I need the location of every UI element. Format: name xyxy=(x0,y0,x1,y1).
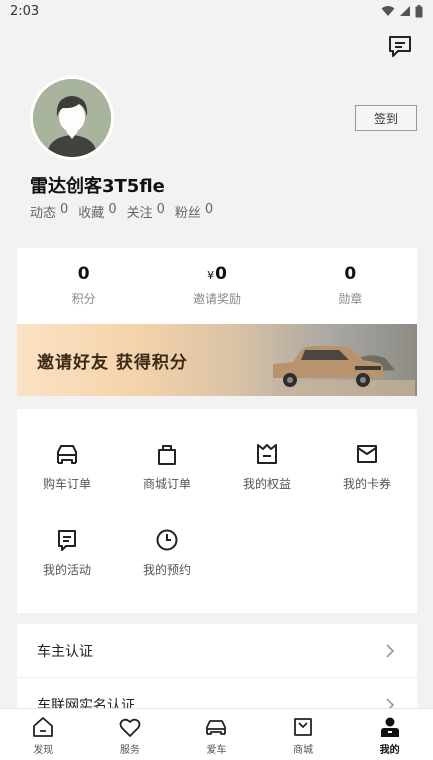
points-card: 0 积分 ¥0 邀请奖励 0 勋章 邀请好友 获得积分 xyxy=(17,248,417,396)
my-activities-button[interactable]: 我的活动 xyxy=(17,527,117,597)
medals-value: 0 xyxy=(344,264,357,284)
chevron-right-icon xyxy=(386,643,395,658)
status-icons xyxy=(381,4,423,18)
nav-discover[interactable]: 发现 xyxy=(0,709,87,760)
my-reservations-button[interactable]: 我的预约 xyxy=(117,527,217,597)
nav-service[interactable]: 服务 xyxy=(87,709,174,760)
invite-reward-value: 0 xyxy=(215,264,227,284)
orders-card: 购车订单 商城订单 我的权益 我的卡券 我的活动 我的预约 xyxy=(17,409,417,613)
profile-icon xyxy=(380,717,399,737)
stat-following[interactable]: 关注 0 xyxy=(127,202,165,221)
status-time: 2:03 xyxy=(10,3,40,19)
invite-reward-item[interactable]: ¥0 邀请奖励 xyxy=(150,248,283,324)
mall-order-button[interactable]: 商城订单 xyxy=(117,441,217,511)
username: 雷达创客3T5fle xyxy=(30,176,165,197)
message-icon xyxy=(389,36,411,57)
pickup-truck-image xyxy=(273,346,415,396)
avatar-figure xyxy=(33,79,111,157)
stat-dynamics[interactable]: 动态 0 xyxy=(30,202,68,221)
medals-item[interactable]: 0 勋章 xyxy=(284,248,417,324)
coupon-icon xyxy=(357,445,377,463)
medals-label: 勋章 xyxy=(338,292,363,306)
car-order-button[interactable]: 购车订单 xyxy=(17,441,117,511)
points-value: 0 xyxy=(77,264,90,284)
points-item[interactable]: 0 积分 xyxy=(17,248,150,324)
car-order-icon xyxy=(57,445,77,464)
message-button[interactable] xyxy=(386,32,414,60)
bottom-nav: 发现 服务 爱车 商城 我的 xyxy=(0,708,433,760)
my-coupons-button[interactable]: 我的卡券 xyxy=(317,441,417,511)
clock-icon xyxy=(156,529,178,551)
my-rights-button[interactable]: 我的权益 xyxy=(217,441,317,511)
stat-fans[interactable]: 粉丝 0 xyxy=(175,202,213,221)
banner-text: 邀请好友 获得积分 xyxy=(37,353,188,373)
nav-mall[interactable]: 商城 xyxy=(260,709,347,760)
home-icon xyxy=(33,717,54,737)
profile-stats: 动态 0 收藏 0 关注 0 粉丝 0 xyxy=(30,202,213,221)
checkin-button[interactable]: 签到 xyxy=(355,105,417,131)
avatar[interactable] xyxy=(30,76,114,160)
signal-icon xyxy=(400,6,410,16)
rights-icon xyxy=(257,444,277,464)
shopping-bag-icon xyxy=(158,445,176,465)
nav-my-car[interactable]: 爱车 xyxy=(173,709,260,760)
car-icon xyxy=(206,720,227,735)
mall-icon xyxy=(294,718,312,736)
invite-banner[interactable]: 邀请好友 获得积分 xyxy=(17,324,417,396)
points-label: 积分 xyxy=(71,292,96,306)
wifi-icon xyxy=(381,6,395,16)
stat-favorites[interactable]: 收藏 0 xyxy=(78,202,116,221)
activity-icon xyxy=(58,530,76,551)
nav-profile[interactable]: 我的 xyxy=(346,709,433,760)
invite-reward-label: 邀请奖励 xyxy=(192,292,241,306)
status-bar: 2:03 xyxy=(0,0,433,22)
currency-symbol: ¥ xyxy=(207,269,215,282)
list-item-owner-certification[interactable]: 车主认证 xyxy=(17,624,417,678)
heart-icon xyxy=(119,718,141,737)
battery-icon xyxy=(415,4,423,17)
